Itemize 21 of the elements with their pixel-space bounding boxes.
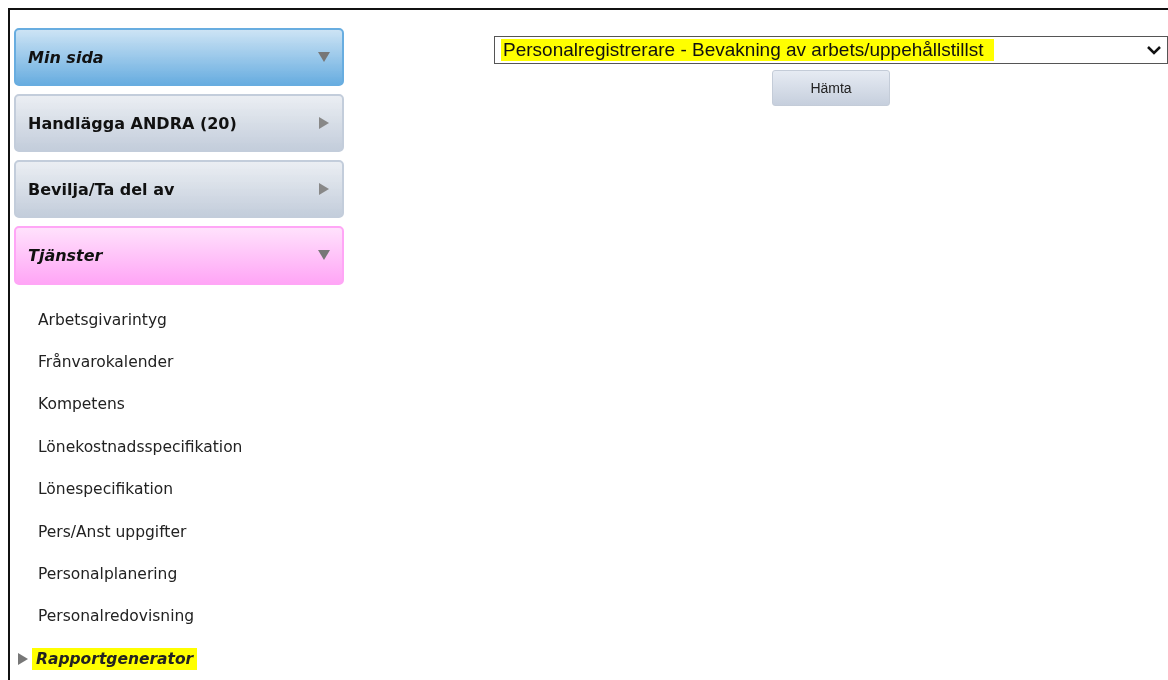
section-title: Min sida [28, 47, 104, 67]
section-title: Bevilja/Ta del av [28, 179, 175, 199]
menu-item[interactable]: Personalredovisning [34, 605, 199, 628]
menu-item[interactable]: Pers/Anst uppgifter [34, 520, 191, 543]
menu-section[interactable]: Bevilja/Ta del av [14, 160, 344, 219]
menu-section[interactable]: Min sida [14, 28, 344, 87]
menu-item[interactable]: Frånvarokalender [34, 351, 178, 374]
menu-section[interactable]: Tjänster [14, 226, 344, 285]
fetch-button[interactable]: Hämta [772, 70, 890, 106]
report-select[interactable]: Personalregistrerare - Bevakning av arbets/uppehållstillst [494, 36, 1168, 64]
section-title: Tjänster [28, 245, 103, 265]
menu-item[interactable]: Arbetsgivarintyg [34, 308, 171, 331]
select-value: Personalregistrerare - Bevakning av arbets/uppehållstillst [501, 39, 994, 61]
menu-item[interactable]: Rapportgenerator [32, 647, 198, 670]
menu-section[interactable]: Handlägga ANDRA (20) [14, 94, 344, 153]
menu-item[interactable]: Lönespecifikation [34, 478, 178, 501]
menu-item[interactable]: Kompetens [34, 393, 129, 416]
menu-item[interactable]: Personalplanering [34, 563, 182, 586]
section-title: Handlägga ANDRA (20) [28, 113, 237, 133]
menu-item[interactable]: Lönekostnadsspecifikation [34, 435, 247, 458]
chevron-down-icon [1147, 45, 1161, 55]
